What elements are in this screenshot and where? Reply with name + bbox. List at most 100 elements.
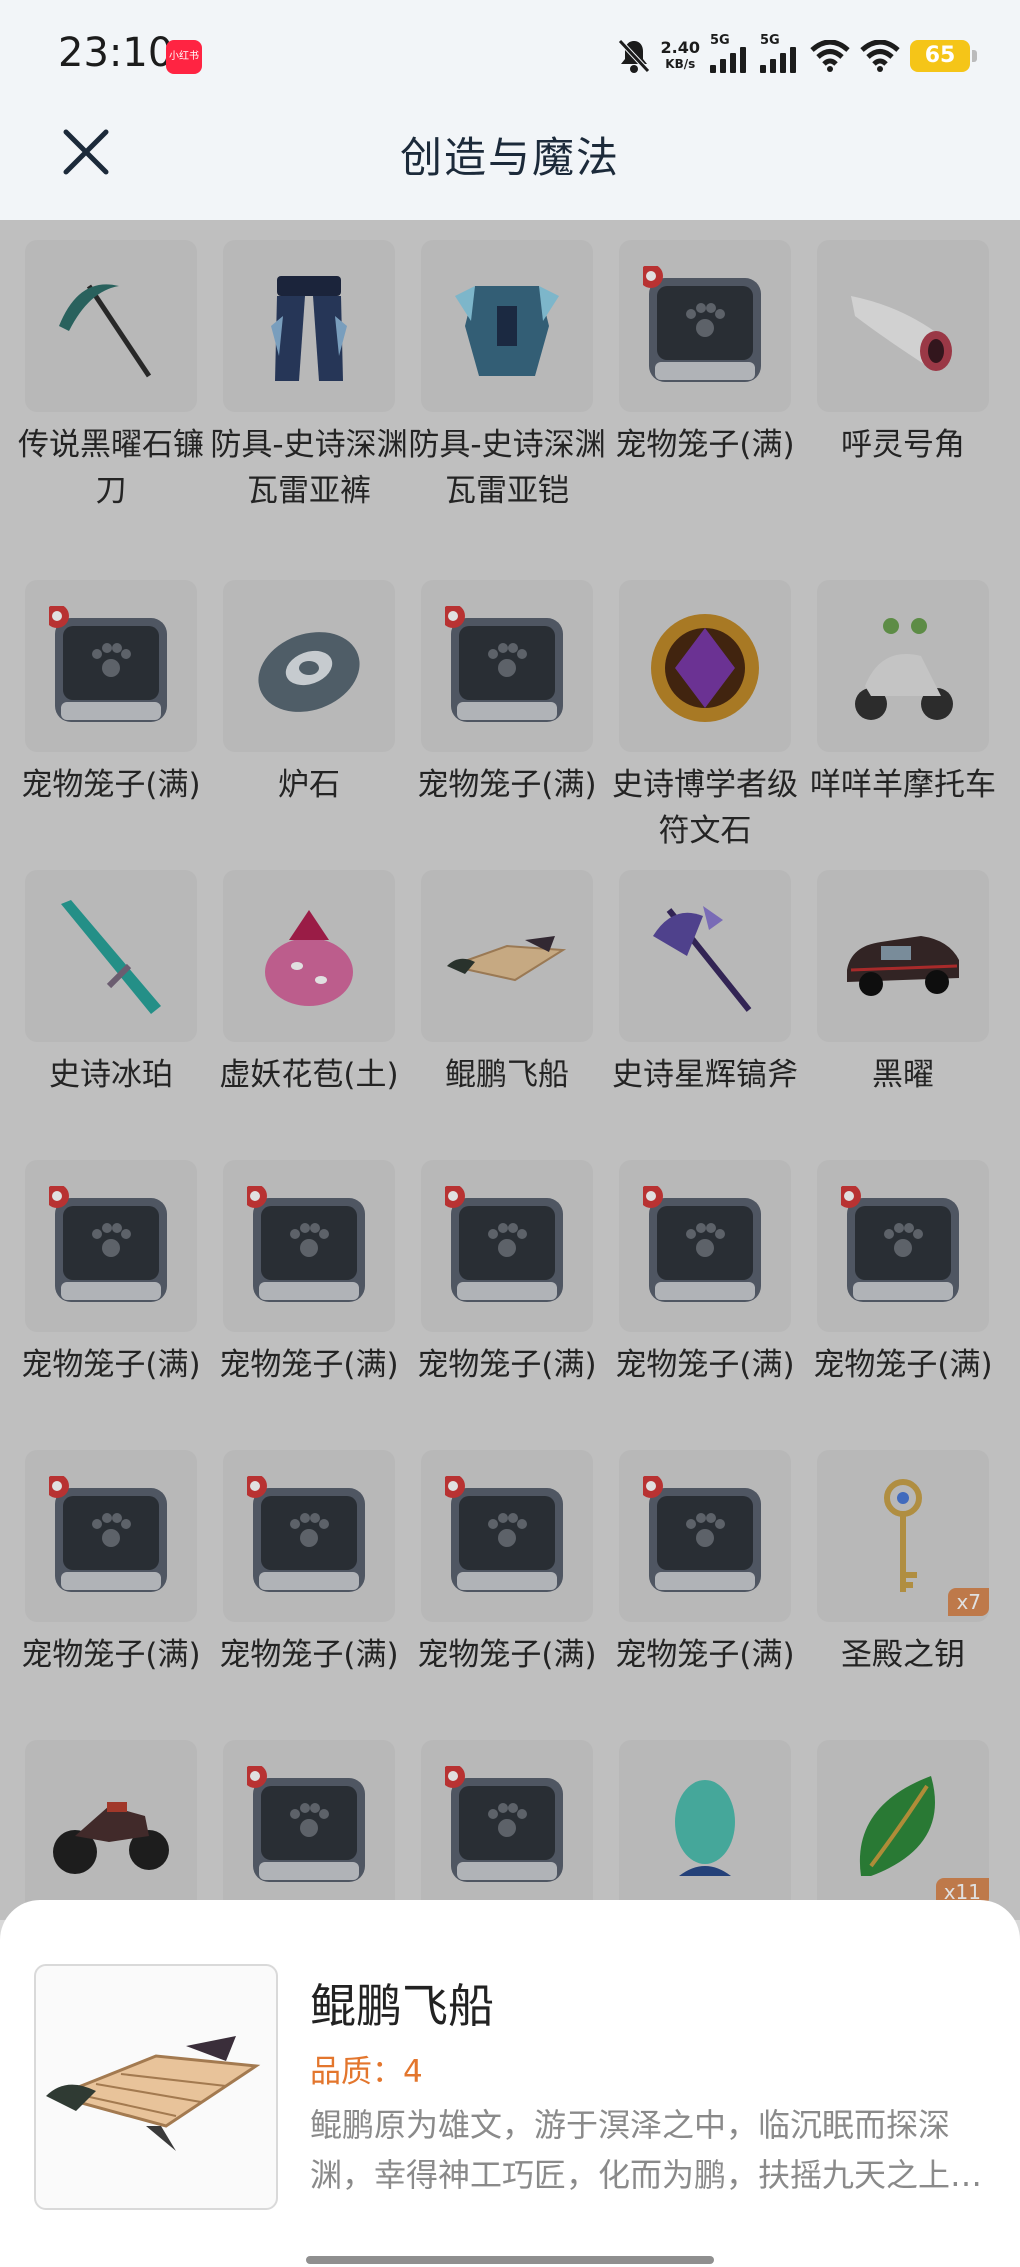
item-label: 宠物笼子(满) xyxy=(615,427,795,463)
item-label: 呼灵号角 xyxy=(841,427,965,463)
item-image xyxy=(223,580,395,752)
item-cell[interactable] xyxy=(408,1740,606,1922)
pet-cage-icon xyxy=(49,606,167,722)
item-label: 宠物笼子(满) xyxy=(615,1347,795,1383)
item-cell[interactable]: 宠物笼子(满) xyxy=(408,1450,606,1678)
page-title: 创造与魔法 xyxy=(399,133,620,182)
item-cell[interactable]: 史诗冰珀 xyxy=(12,870,210,1098)
item-image xyxy=(25,1450,197,1622)
hearthstone-icon xyxy=(258,632,360,712)
detail-item-quality: 品质：4 xyxy=(310,2054,423,2090)
item-cell[interactable]: 防具-史诗深渊瓦雷亚裤 xyxy=(210,240,408,514)
home-indicator[interactable] xyxy=(306,2256,714,2264)
item-cell[interactable]: 宠物笼子(满) xyxy=(606,1160,804,1388)
item-cell[interactable]: 传说黑曜石镰刀 xyxy=(12,240,210,514)
item-image xyxy=(25,1740,197,1912)
item-cell[interactable]: 黑曜 xyxy=(804,870,1002,1098)
signal-1-icon: 5G xyxy=(710,33,750,73)
rune-stone-icon xyxy=(651,614,759,722)
item-image xyxy=(619,1450,791,1622)
item-image xyxy=(421,870,593,1042)
signal-2-icon: 5G xyxy=(760,33,800,73)
detail-item-description: 鲲鹏原为雄文，游于溟泽之中，临沉眠而探深渊，幸得神工巧匠，化而为鹏，扶摇九天之上… xyxy=(310,2106,983,2194)
item-label: 虚妖花苞(土) xyxy=(219,1057,399,1093)
item-cell[interactable]: 咩咩羊摩托车 xyxy=(804,580,1002,808)
xiaohongshu-notification-icon: 小红书 xyxy=(166,40,202,74)
mute-bell-icon xyxy=(617,39,650,73)
item-image: x7 xyxy=(817,1450,989,1622)
item-label: 史诗博学者级符文石 xyxy=(612,767,798,849)
pet-cage-icon xyxy=(445,1186,563,1302)
item-image xyxy=(421,240,593,412)
item-image xyxy=(223,1160,395,1332)
item-label: 黑曜 xyxy=(872,1057,934,1093)
item-cell[interactable]: 宠物笼子(满) xyxy=(408,580,606,808)
item-label: 宠物笼子(满) xyxy=(219,1637,399,1673)
item-image xyxy=(25,240,197,412)
item-image xyxy=(817,1160,989,1332)
item-image xyxy=(223,1740,395,1912)
item-cell[interactable]: 宠物笼子(满) xyxy=(12,1160,210,1388)
wifi-icon xyxy=(810,40,850,72)
pet-cage-icon xyxy=(841,1186,959,1302)
item-label: 宠物笼子(满) xyxy=(417,767,597,803)
pet-cage-icon xyxy=(49,1476,167,1592)
item-detail-sheet: 鲲鹏飞船 品质：4 鲲鹏原为雄文，游于溟泽之中，临沉眠而探深渊，幸得神工巧匠，化… xyxy=(0,1900,1020,2267)
item-label: 圣殿之钥 xyxy=(841,1637,965,1673)
item-label: 传说黑曜石镰刀 xyxy=(18,427,204,509)
pet-cage-icon xyxy=(643,1476,761,1592)
item-cell[interactable] xyxy=(606,1740,804,1922)
detail-item-name: 鲲鹏飞船 xyxy=(310,1979,494,2033)
item-label: 宠物笼子(满) xyxy=(21,1637,201,1673)
item-label: 炉石 xyxy=(278,767,340,803)
item-cell[interactable]: 宠物笼子(满) xyxy=(408,1160,606,1388)
item-cell[interactable]: x11 xyxy=(804,1740,1002,1922)
item-image xyxy=(619,580,791,752)
item-image xyxy=(421,1740,593,1912)
item-cell[interactable]: 宠物笼子(满) xyxy=(210,1450,408,1678)
egg-icon xyxy=(675,1780,735,1876)
pet-cage-icon xyxy=(643,1186,761,1302)
item-image xyxy=(421,580,593,752)
item-label: 宠物笼子(满) xyxy=(21,767,201,803)
wifi-2-icon xyxy=(860,40,900,72)
item-label: 宠物笼子(满) xyxy=(21,1347,201,1383)
item-cell[interactable]: 呼灵号角 xyxy=(804,240,1002,468)
airship-icon xyxy=(447,936,567,982)
pet-cage-icon xyxy=(247,1476,365,1592)
item-cell[interactable]: 防具-史诗深渊瓦雷亚铠 xyxy=(408,240,606,514)
item-cell[interactable] xyxy=(12,1740,210,1922)
item-cell[interactable]: 宠物笼子(满) xyxy=(804,1160,1002,1388)
item-label: 宠物笼子(满) xyxy=(417,1347,597,1383)
key-icon xyxy=(884,1479,922,1592)
item-image xyxy=(619,1160,791,1332)
item-image xyxy=(817,580,989,752)
item-image xyxy=(421,1160,593,1332)
item-cell[interactable]: 宠物笼子(满) xyxy=(12,580,210,808)
item-cell[interactable]: 史诗博学者级符文石 xyxy=(606,580,804,854)
motorbike-icon xyxy=(53,1802,169,1874)
car-icon xyxy=(847,936,959,996)
status-time: 23:10 xyxy=(58,30,174,76)
item-cell[interactable]: 史诗星辉镐斧 xyxy=(606,870,804,1098)
item-label: 宠物笼子(满) xyxy=(417,1637,597,1673)
item-cell[interactable]: 宠物笼子(满) xyxy=(210,1160,408,1388)
item-cell[interactable]: 宠物笼子(满) xyxy=(606,240,804,468)
pet-cage-icon xyxy=(643,266,761,382)
item-image xyxy=(421,1450,593,1622)
item-cell[interactable]: 宠物笼子(满) xyxy=(606,1450,804,1678)
item-image xyxy=(817,870,989,1042)
item-quantity-badge: x7 xyxy=(948,1588,989,1616)
item-cell[interactable] xyxy=(210,1740,408,1922)
network-speed: 2.40 KB/s xyxy=(660,38,700,71)
page-header: 创造与魔法 xyxy=(0,110,1020,220)
item-cell[interactable]: 虚妖花苞(土) xyxy=(210,870,408,1098)
item-cell[interactable]: 鲲鹏飞船 xyxy=(408,870,606,1098)
item-label: 宠物笼子(满) xyxy=(813,1347,993,1383)
item-image xyxy=(223,240,395,412)
item-cell[interactable]: 宠物笼子(满) xyxy=(12,1450,210,1678)
item-image xyxy=(619,1740,791,1912)
item-label: 防具-史诗深渊瓦雷亚铠 xyxy=(408,427,606,509)
item-cell[interactable]: x7 圣殿之钥 xyxy=(804,1450,1002,1678)
item-cell[interactable]: 炉石 xyxy=(210,580,408,808)
